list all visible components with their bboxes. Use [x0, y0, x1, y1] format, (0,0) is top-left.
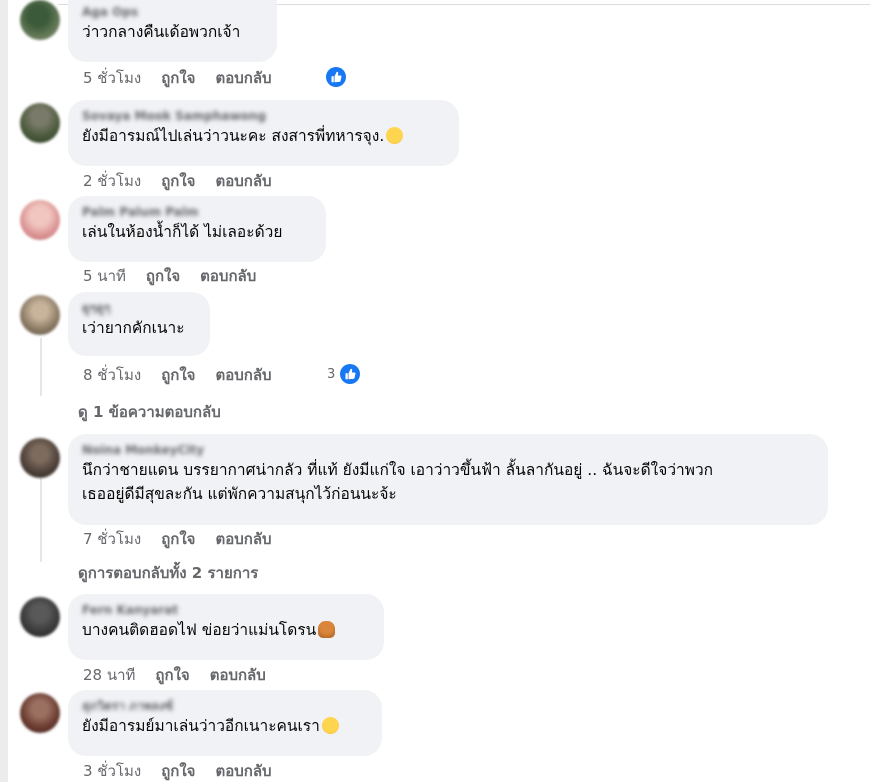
comment-time[interactable]: 3 ชั่วโมง	[83, 759, 141, 783]
comment-actions: 2 ชั่วโมง ถูกใจ ตอบกลับ	[83, 170, 292, 192]
comment-text-content: ยังมีอารมย์มาเล่นว่าวอีกเนาะคนเรา	[82, 717, 320, 735]
like-button[interactable]: ถูกใจ	[161, 759, 195, 783]
person-emoji-icon	[318, 621, 336, 638]
comment-text-line: นึกว่าชายแดน บรรยากาศน่ากลัว ที่แท้ ยังม…	[82, 461, 714, 479]
like-button[interactable]: ถูกใจ	[146, 264, 180, 288]
like-button[interactable]: ถูกใจ	[161, 66, 195, 90]
comment-actions: 5 ชั่วโมง ถูกใจ ตอบกลับ	[83, 67, 292, 89]
comment-actions: 7 ชั่วโมง ถูกใจ ตอบกลับ	[83, 528, 292, 550]
comment-text: บางคนติดฮอดไฟ ข่อยว่าแม่นโดรน	[82, 618, 370, 642]
thread-line	[40, 478, 42, 562]
comment-bubble: Sovaya Mook Samphawong ยังมีอารมณ์ไปเล่น…	[68, 100, 459, 166]
window-edge	[0, 0, 8, 782]
reaction-count[interactable]: 3	[327, 367, 335, 382]
comment-time[interactable]: 5 ชั่วโมง	[83, 66, 141, 90]
comment-text-content: บางคนติดฮอดไฟ ข่อยว่าแม่นโดรน	[82, 621, 317, 639]
like-button[interactable]: ถูกใจ	[155, 663, 189, 687]
comment-author[interactable]: Noina MonkeyCity	[82, 442, 814, 458]
comment-time[interactable]: 7 ชั่วโมง	[83, 527, 141, 551]
comment-actions: 5 นาที ถูกใจ ตอบกลับ	[83, 265, 276, 287]
comment-author[interactable]: Sovaya Mook Samphawong	[82, 108, 445, 124]
comment-text-content: ยังมีอารมณ์ไปเล่นว่าวนะคะ สงสารพี่ทหารจุ…	[82, 127, 385, 145]
comment-text-line: เธออยู่ดีมีสุขละกัน แต่พักความสนุกไว้ก่อ…	[82, 485, 397, 503]
comment-text: ยังมีอารมณ์ไปเล่นว่าวนะคะ สงสารพี่ทหารจุ…	[82, 124, 445, 148]
comment-bubble: Noina MonkeyCity นึกว่าชายแดน บรรยากาศน่…	[68, 434, 828, 525]
comment-bubble: Aga Ops ว่าวกลางคืนเด้อพวกเจ้า	[68, 0, 277, 62]
reply-button[interactable]: ตอบกลับ	[215, 169, 271, 193]
avatar[interactable]	[20, 597, 60, 637]
avatar[interactable]	[20, 438, 60, 478]
avatar[interactable]	[20, 103, 60, 143]
comment-actions: 3 ชั่วโมง ถูกใจ ตอบกลับ	[83, 760, 292, 782]
comment-text: เว่ายากคักเนาะ	[82, 319, 185, 337]
avatar[interactable]	[20, 295, 60, 335]
thumbs-up-icon[interactable]	[340, 364, 360, 384]
reply-button[interactable]: ตอบกลับ	[215, 363, 271, 387]
comment-bubble: สุภวิตรา ภาพลงซ์ ยังมีอารมย์มาเล่นว่าวอี…	[68, 690, 382, 756]
comment-actions: 8 ชั่วโมง ถูกใจ ตอบกลับ	[83, 364, 292, 386]
comment-time[interactable]: 28 นาที	[83, 663, 135, 687]
comment-author[interactable]: Palm Palum Palm	[82, 204, 312, 220]
comment-author[interactable]: สุภวิตรา ภาพลงซ์	[82, 698, 368, 714]
comment-text: ว่าวกลางคืนเด้อพวกเจ้า	[82, 23, 241, 41]
comment-author[interactable]: Aga Ops	[82, 4, 263, 20]
reply-button[interactable]: ตอบกลับ	[200, 264, 256, 288]
like-button[interactable]: ถูกใจ	[161, 363, 195, 387]
like-button[interactable]: ถูกใจ	[161, 169, 195, 193]
comment-author[interactable]: Fern Kanyarat	[82, 602, 370, 618]
comment-text: เล่นในห้องน้ำก็ได้ ไม่เลอะด้วย	[82, 223, 283, 241]
comment-author[interactable]: ดูๆดูๆ	[82, 300, 196, 316]
reply-button[interactable]: ตอบกลับ	[215, 527, 271, 551]
grinning-emoji-icon	[386, 127, 404, 144]
comment-time[interactable]: 8 ชั่วโมง	[83, 363, 141, 387]
thread-line	[40, 338, 42, 396]
comment-time[interactable]: 5 นาที	[83, 264, 126, 288]
thread-elbow	[40, 390, 54, 410]
comment-time[interactable]: 2 ชั่วโมง	[83, 169, 141, 193]
like-button[interactable]: ถูกใจ	[161, 527, 195, 551]
reply-button[interactable]: ตอบกลับ	[215, 759, 271, 783]
view-replies-link[interactable]: ดูการตอบกลับทั้ง 2 รายการ	[78, 561, 258, 585]
thumbs-up-icon[interactable]	[326, 67, 346, 87]
view-replies-link[interactable]: ดู 1 ข้อความตอบกลับ	[78, 400, 221, 424]
comment-bubble: ดูๆดูๆ เว่ายากคักเนาะ	[68, 292, 210, 356]
comment-bubble: Fern Kanyarat บางคนติดฮอดไฟ ข่อยว่าแม่นโ…	[68, 594, 384, 660]
comment-text: ยังมีอารมย์มาเล่นว่าวอีกเนาะคนเรา	[82, 714, 368, 738]
reply-button[interactable]: ตอบกลับ	[210, 663, 266, 687]
smirking-emoji-icon	[321, 717, 339, 734]
avatar[interactable]	[20, 693, 60, 733]
avatar[interactable]	[20, 0, 60, 40]
avatar[interactable]	[20, 200, 60, 240]
comment-bubble: Palm Palum Palm เล่นในห้องน้ำก็ได้ ไม่เล…	[68, 196, 326, 262]
comment-actions: 28 นาที ถูกใจ ตอบกลับ	[83, 664, 286, 686]
reply-button[interactable]: ตอบกลับ	[215, 66, 271, 90]
